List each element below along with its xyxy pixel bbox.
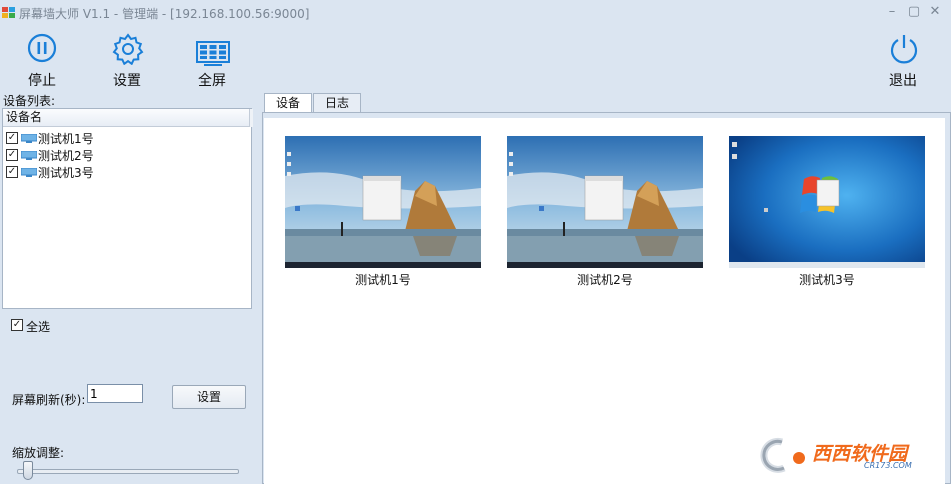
- device-row[interactable]: ✓ 测试机1号: [5, 129, 245, 146]
- pause-icon: [27, 33, 57, 63]
- tab-devices[interactable]: 设备: [264, 93, 312, 114]
- maximize-icon[interactable]: ▢: [906, 4, 922, 20]
- power-icon: [890, 35, 918, 64]
- device-checkbox[interactable]: ✓: [6, 149, 18, 161]
- title-bar: 屏幕墙大师 V1.1 - 管理端 - [192.168.100.56:9000]…: [0, 0, 951, 26]
- left-controls: ✓ 全选 屏幕刷新(秒): 设置 缩放调整:: [2, 309, 253, 484]
- monitor-icon: [21, 168, 37, 177]
- zoom-slider-track[interactable]: [17, 469, 239, 474]
- screen-grid-icon: [196, 41, 230, 66]
- watermark-logo: 西西软件园 CR173.COM: [752, 436, 932, 474]
- watermark-swirl-icon: [760, 437, 805, 473]
- device-name: 测试机2号: [38, 149, 94, 163]
- screen-label: 测试机2号: [577, 273, 633, 287]
- screen-label: 测试机3号: [799, 273, 855, 287]
- column-header-device-name[interactable]: 设备名: [3, 109, 253, 127]
- remote-desktop-preview: [507, 136, 703, 268]
- device-list-title: 设备列表:: [3, 94, 56, 108]
- monitor-icon: [21, 134, 37, 143]
- stop-label: 停止: [28, 73, 56, 89]
- settings-label: 设置: [113, 73, 141, 89]
- zoom-slider-thumb[interactable]: [23, 461, 33, 480]
- remote-desktop-preview: [285, 136, 481, 268]
- column-header-divider: [249, 109, 253, 127]
- select-all-label: 全选: [26, 320, 51, 334]
- screen-thumbnail[interactable]: 测试机3号: [729, 136, 925, 287]
- settings-button[interactable]: 设置: [97, 31, 157, 89]
- device-name: 测试机3号: [38, 166, 94, 180]
- refresh-interval-input[interactable]: [87, 384, 143, 403]
- minimize-icon[interactable]: –: [884, 4, 900, 20]
- device-row[interactable]: ✓ 测试机2号: [5, 146, 245, 163]
- apply-refresh-button[interactable]: 设置: [172, 385, 246, 409]
- exit-label: 退出: [889, 73, 917, 89]
- device-checkbox[interactable]: ✓: [6, 132, 18, 144]
- monitor-icon: [21, 151, 37, 160]
- fullscreen-button[interactable]: 全屏: [182, 31, 242, 89]
- device-checkbox[interactable]: ✓: [6, 166, 18, 178]
- fullscreen-label: 全屏: [198, 73, 226, 89]
- window-title: 屏幕墙大师 V1.1 - 管理端 - [192.168.100.56:9000]: [19, 7, 310, 21]
- column-header-label: 设备名: [6, 110, 43, 124]
- screen-wall: 测试机1号 测试机2号 测试机3号: [264, 118, 945, 484]
- select-all-check[interactable]: ✓: [11, 319, 23, 331]
- close-icon[interactable]: ✕: [927, 4, 943, 20]
- app-logo-icon: [2, 7, 16, 19]
- tab-log[interactable]: 日志: [313, 93, 361, 113]
- screen-thumbnail[interactable]: 测试机2号: [507, 136, 703, 287]
- exit-button[interactable]: 退出: [873, 31, 933, 89]
- watermark-url: CR173.COM: [864, 461, 912, 470]
- gear-icon: [112, 33, 144, 65]
- toolbar: 停止 设置 全屏 退出: [0, 26, 951, 90]
- device-row[interactable]: ✓ 测试机3号: [5, 163, 245, 180]
- zoom-label: 缩放调整:: [12, 446, 65, 460]
- device-name: 测试机1号: [38, 132, 94, 146]
- screen-label: 测试机1号: [355, 273, 411, 287]
- remote-desktop-preview: [729, 136, 925, 268]
- stop-button[interactable]: 停止: [12, 31, 72, 89]
- refresh-label: 屏幕刷新(秒):: [12, 393, 86, 407]
- device-list[interactable]: 设备名 ✓ 测试机1号 ✓ 测试机2号 ✓ 测试机3号: [2, 108, 253, 309]
- screen-thumbnail[interactable]: 测试机1号: [285, 136, 481, 287]
